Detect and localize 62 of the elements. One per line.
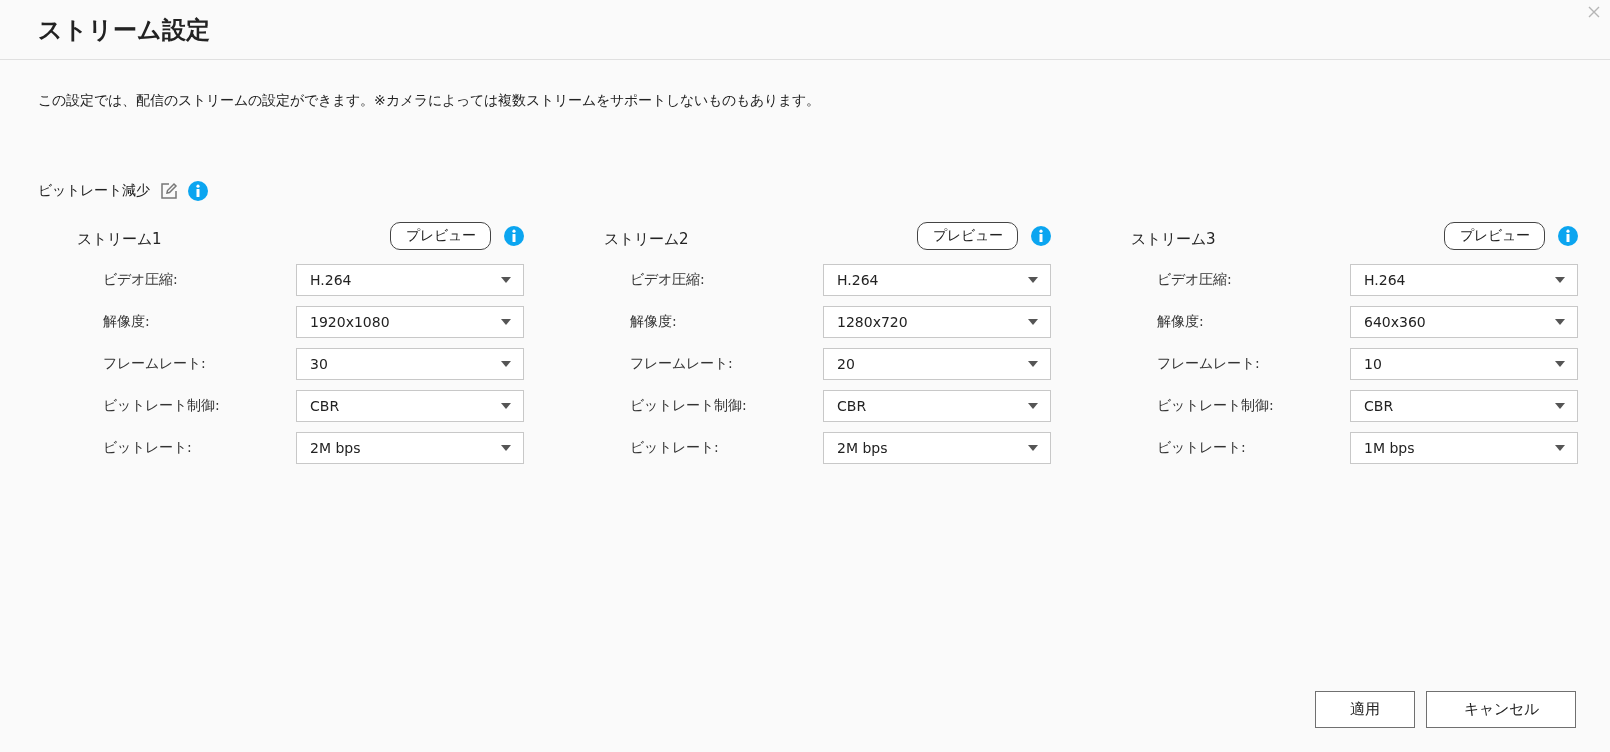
field-label: フレームレート:: [103, 355, 207, 373]
dropdown[interactable]: H.264: [296, 264, 524, 296]
field-label: ビットレート制御:: [103, 397, 221, 415]
dropdown[interactable]: CBR: [823, 390, 1051, 422]
caret-icon: [1555, 277, 1565, 283]
dropdown[interactable]: H.264: [823, 264, 1051, 296]
close-icon[interactable]: [1588, 6, 1600, 18]
dropdown[interactable]: 10: [1350, 348, 1578, 380]
dropdown[interactable]: H.264: [1350, 264, 1578, 296]
window-title: ストリーム設定: [38, 15, 210, 46]
dropdown[interactable]: 1M bps: [1350, 432, 1578, 464]
dropdown[interactable]: CBR: [1350, 390, 1578, 422]
caret-icon: [1555, 445, 1565, 451]
caret-icon: [1555, 403, 1565, 409]
dropdown[interactable]: CBR: [296, 390, 524, 422]
caret-icon: [501, 445, 511, 451]
field-label: ビデオ圧縮:: [630, 271, 706, 289]
field-label: ビットレート制御:: [1157, 397, 1275, 415]
info-icon[interactable]: [188, 181, 208, 201]
stream-title: ストリーム3: [1131, 229, 1217, 249]
caret-icon: [1555, 319, 1565, 325]
caret-icon: [501, 277, 511, 283]
caret-icon: [1028, 319, 1038, 325]
preview-button[interactable]: プレビュー: [390, 222, 491, 250]
dialog-button[interactable]: 適用: [1315, 691, 1415, 728]
info-icon[interactable]: [504, 226, 524, 246]
dropdown[interactable]: 1920x1080: [296, 306, 524, 338]
field-label: ビットレート:: [630, 439, 720, 457]
edit-icon[interactable]: [160, 182, 178, 200]
caret-icon: [501, 403, 511, 409]
field-label: 解像度:: [1157, 313, 1205, 331]
dropdown[interactable]: 2M bps: [296, 432, 524, 464]
description-text: この設定では、配信のストリームの設定ができます。※カメラによっては複数ストリームをサポートしないものもあります。: [38, 92, 821, 110]
preview-button[interactable]: プレビュー: [917, 222, 1018, 250]
bitrate-reduction-label: ビットレート減少: [38, 182, 150, 200]
caret-icon: [1028, 445, 1038, 451]
dropdown[interactable]: 2M bps: [823, 432, 1051, 464]
caret-icon: [1555, 361, 1565, 367]
caret-icon: [1028, 277, 1038, 283]
caret-icon: [1028, 361, 1038, 367]
field-label: 解像度:: [630, 313, 678, 331]
field-label: フレームレート:: [630, 355, 734, 373]
dropdown[interactable]: 1280x720: [823, 306, 1051, 338]
field-label: 解像度:: [103, 313, 151, 331]
dialog-button[interactable]: キャンセル: [1426, 691, 1576, 728]
dropdown[interactable]: 640x360: [1350, 306, 1578, 338]
stream-title: ストリーム2: [604, 229, 690, 249]
field-label: フレームレート:: [1157, 355, 1261, 373]
field-label: ビットレート制御:: [630, 397, 748, 415]
caret-icon: [501, 361, 511, 367]
info-icon[interactable]: [1031, 226, 1051, 246]
field-label: ビットレート:: [1157, 439, 1247, 457]
field-label: ビデオ圧縮:: [103, 271, 179, 289]
dropdown[interactable]: 30: [296, 348, 524, 380]
info-icon[interactable]: [1558, 226, 1578, 246]
field-label: ビットレート:: [103, 439, 193, 457]
caret-icon: [501, 319, 511, 325]
stream-title: ストリーム1: [77, 229, 163, 249]
caret-icon: [1028, 403, 1038, 409]
dropdown[interactable]: 20: [823, 348, 1051, 380]
field-label: ビデオ圧縮:: [1157, 271, 1233, 289]
preview-button[interactable]: プレビュー: [1444, 222, 1545, 250]
